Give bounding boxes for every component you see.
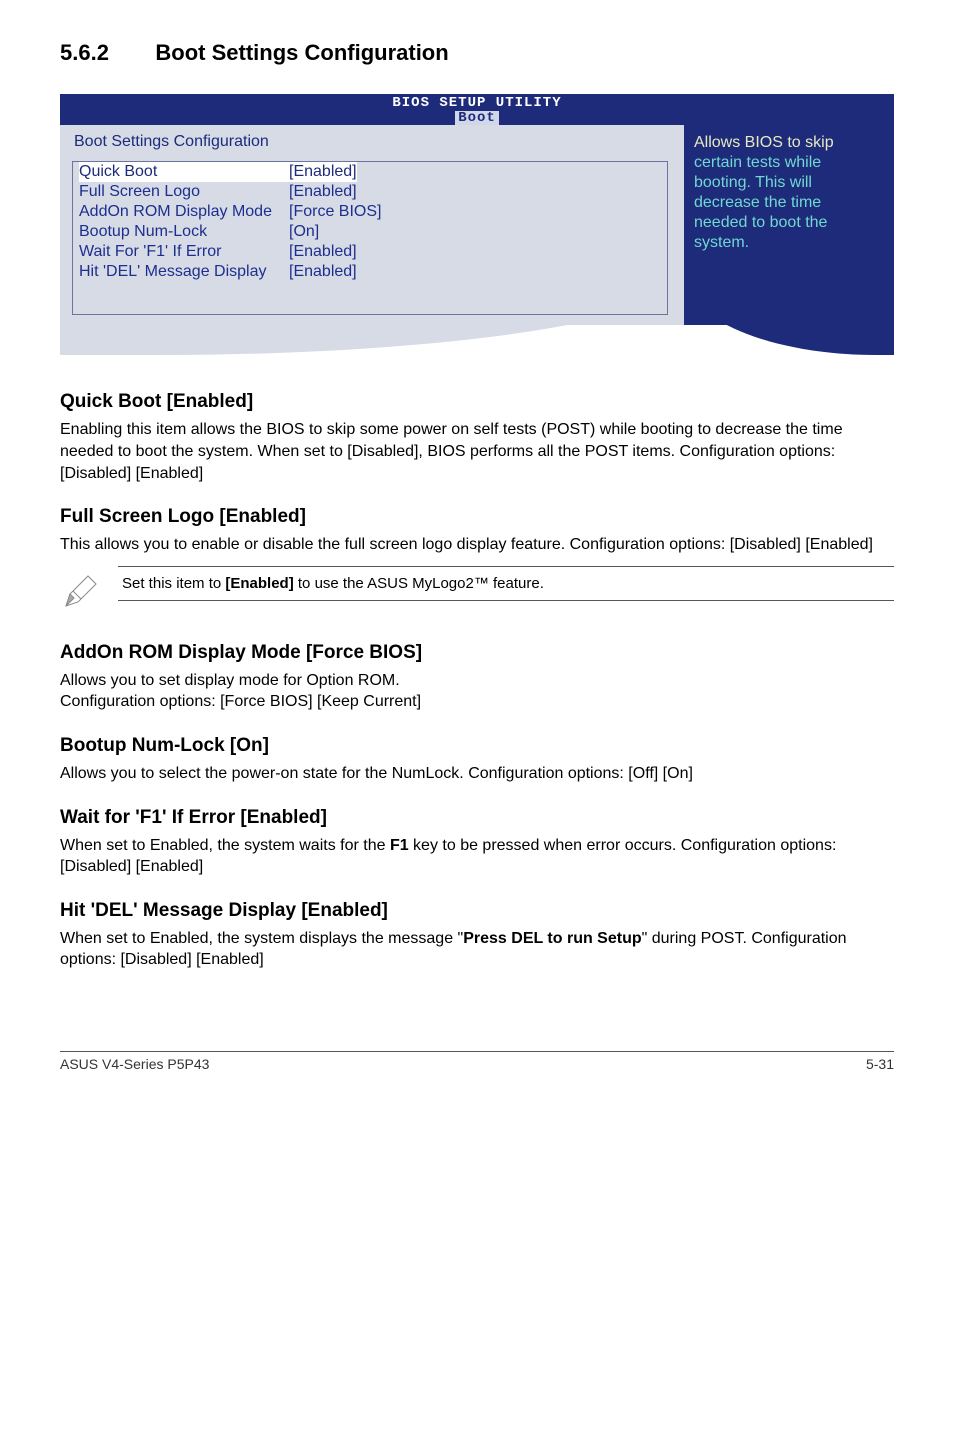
section-header: 5.6.2 Boot Settings Configuration (60, 40, 894, 66)
bios-left-panel: Boot Settings Configuration Quick Boot [… (60, 125, 684, 325)
bios-row-label: Wait For 'F1' If Error (79, 242, 289, 262)
bios-row: Bootup Num-Lock [On] (73, 222, 667, 242)
bios-row: AddOn ROM Display Mode [Force BIOS] (73, 202, 667, 222)
bios-row-value: [Enabled] (289, 262, 357, 282)
text-bold: Press DEL to run Setup (463, 930, 641, 947)
footer-left: ASUS V4-Series P5P43 (60, 1056, 209, 1072)
subheading-full-screen-logo: Full Screen Logo [Enabled] (60, 506, 894, 528)
bios-row-label: Hit 'DEL' Message Display (79, 262, 289, 282)
subheading-quick-boot: Quick Boot [Enabled] (60, 391, 894, 413)
bios-row-value: [Enabled] (289, 162, 357, 182)
bios-header: BIOS SETUP UTILITY Boot (60, 94, 894, 125)
paragraph: Enabling this item allows the BIOS to sk… (60, 419, 894, 484)
note-suffix: to use the ASUS MyLogo2™ feature. (294, 575, 544, 592)
bios-help-line: decrease the time (694, 193, 884, 213)
paragraph: When set to Enabled, the system waits fo… (60, 835, 894, 878)
bios-help-line: needed to boot the (694, 213, 884, 233)
bios-row: Wait For 'F1' If Error [Enabled] (73, 242, 667, 262)
subheading-hit-del: Hit 'DEL' Message Display [Enabled] (60, 900, 894, 922)
footer-right: 5-31 (866, 1056, 894, 1072)
paragraph: Allows you to set display mode for Optio… (60, 670, 894, 713)
section-number: 5.6.2 (60, 40, 109, 66)
note: Set this item to [Enabled] to use the AS… (60, 566, 894, 620)
bios-row: Hit 'DEL' Message Display [Enabled] (73, 262, 667, 282)
bios-help-panel: Allows BIOS to skip certain tests while … (684, 125, 894, 325)
bios-row-label: Bootup Num-Lock (79, 222, 289, 242)
bios-help-line: certain tests while (694, 153, 884, 173)
bios-help-line: system. (694, 233, 884, 253)
bios-help-line: booting. This will (694, 173, 884, 193)
note-bold: [Enabled] (225, 575, 293, 592)
bios-row-value: [Enabled] (289, 182, 357, 202)
pencil-icon (60, 566, 118, 620)
note-text: Set this item to [Enabled] to use the AS… (118, 566, 894, 601)
bios-row-label: AddOn ROM Display Mode (79, 202, 289, 222)
subheading-addon-rom: AddOn ROM Display Mode [Force BIOS] (60, 642, 894, 664)
page-footer: ASUS V4-Series P5P43 5-31 (60, 1051, 894, 1072)
paragraph: When set to Enabled, the system displays… (60, 928, 894, 971)
subheading-bootup-numlock: Bootup Num-Lock [On] (60, 735, 894, 757)
bios-row-value: [Force BIOS] (289, 202, 381, 222)
bios-row-label: Quick Boot (79, 162, 289, 182)
bios-title: BIOS SETUP UTILITY (392, 95, 561, 111)
text: When set to Enabled, the system displays… (60, 930, 463, 947)
bios-row-value: [On] (289, 222, 319, 242)
bios-help-line: Allows BIOS to skip (694, 133, 884, 153)
subheading-wait-f1: Wait for 'F1' If Error [Enabled] (60, 807, 894, 829)
bios-row-label: Full Screen Logo (79, 182, 289, 202)
paragraph: Allows you to select the power-on state … (60, 763, 894, 785)
text-bold: F1 (390, 837, 409, 854)
bios-screenshot: BIOS SETUP UTILITY Boot Boot Settings Co… (60, 94, 894, 363)
bios-tab: Boot (455, 111, 499, 126)
bios-row-value: [Enabled] (289, 242, 357, 262)
paragraph: This allows you to enable or disable the… (60, 534, 894, 556)
section-title: Boot Settings Configuration (155, 40, 448, 66)
note-prefix: Set this item to (122, 575, 225, 592)
text: When set to Enabled, the system waits fo… (60, 837, 390, 854)
bios-row: Quick Boot [Enabled] (73, 162, 667, 182)
bios-panel-title: Boot Settings Configuration (74, 133, 674, 151)
bios-row: Full Screen Logo [Enabled] (73, 182, 667, 202)
